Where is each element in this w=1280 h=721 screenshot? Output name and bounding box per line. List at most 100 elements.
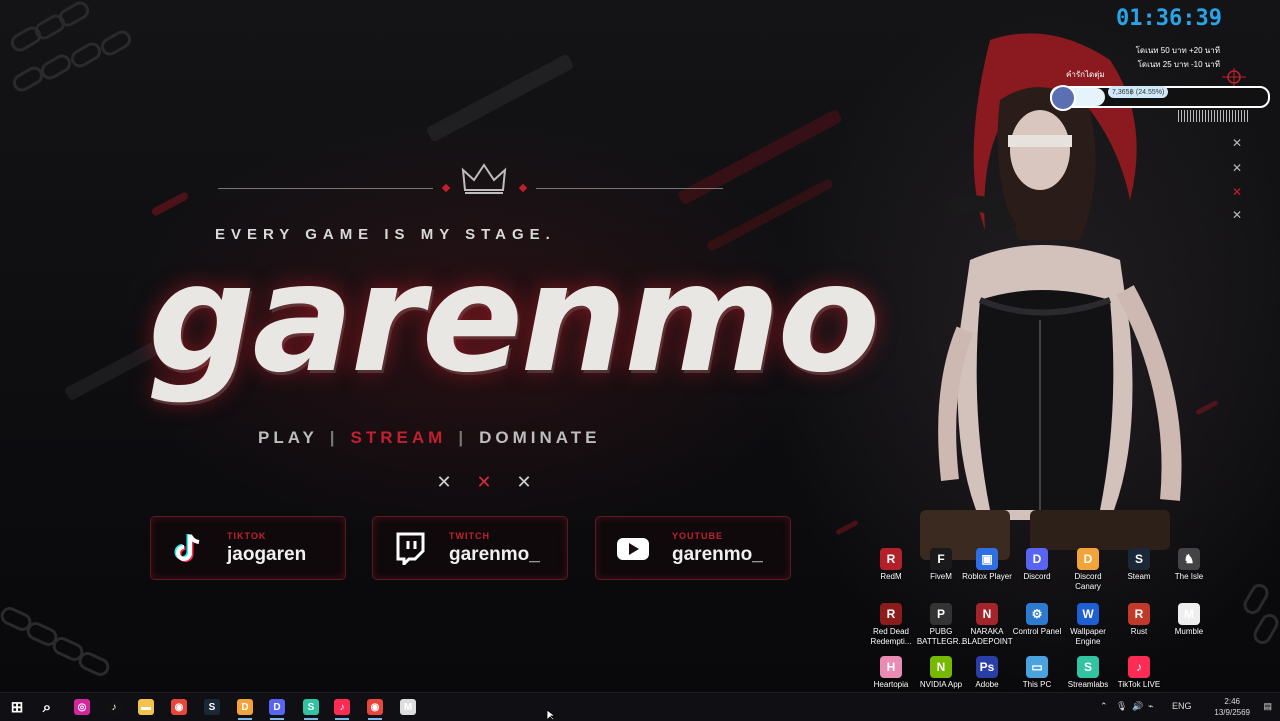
- chrome-app[interactable]: ◉: [164, 696, 194, 718]
- desktop-icon[interactable]: ▣ Roblox Player: [962, 548, 1012, 582]
- desktop-icon[interactable]: ♪ TikTok LIVE: [1114, 656, 1164, 690]
- notification-icon[interactable]: ▤: [1263, 701, 1272, 712]
- mumble-app[interactable]: M: [393, 696, 423, 718]
- crown-divider: [218, 160, 723, 200]
- tiktok-live-app[interactable]: ♪: [327, 696, 357, 720]
- x-mark: ✕: [516, 472, 532, 492]
- desktop-wallpaper: EVERY GAME IS MY STAGE. garenmo PLAY | STR…: [0, 0, 1280, 692]
- social-platform: TWITCH: [449, 531, 490, 541]
- tiktok-icon: [174, 534, 200, 562]
- social-card-twitch: TWITCH garenmo_: [372, 516, 568, 580]
- desktop-icon-label: PUBG BATTLEGR...: [916, 627, 966, 646]
- app-icon: N: [976, 603, 998, 625]
- steam-icon: S: [204, 699, 220, 715]
- desktop-icon[interactable]: ▭ This PC: [1012, 656, 1062, 690]
- donation-goal-bar: 7,365฿ (24.55%): [1050, 85, 1270, 111]
- desktop-icon-label: Adobe: [975, 680, 999, 689]
- language-indicator[interactable]: ENG: [1172, 701, 1192, 711]
- desktop-icon[interactable]: Ps Adobe: [962, 656, 1012, 690]
- start-button[interactable]: ⊞: [2, 696, 32, 718]
- desktop-icon[interactable]: S Steam: [1114, 548, 1164, 582]
- desktop-icon[interactable]: D Discord Canary: [1063, 548, 1113, 592]
- desktop-icon[interactable]: F FiveM: [916, 548, 966, 582]
- twitch-icon: [396, 532, 425, 565]
- donate-rule: โดเนท 50 บาท +20 นาที: [1135, 46, 1220, 55]
- motto-separator: |: [329, 428, 339, 447]
- app-icon: S: [1128, 548, 1150, 570]
- search-button[interactable]: ⌕: [32, 696, 62, 718]
- microphone-icon[interactable]: 🎙: [1116, 701, 1127, 712]
- desktop-icon[interactable]: H Heartopia: [866, 656, 916, 690]
- app-icon: Ps: [976, 656, 998, 678]
- desktop-icon[interactable]: R RedM: [866, 548, 916, 582]
- desktop-icon-label: Red Dead Redempti...: [870, 627, 912, 646]
- chrome-profile-app[interactable]: ◉: [360, 696, 390, 720]
- app-icon: R: [880, 603, 902, 625]
- app-icon: D: [1077, 548, 1099, 570]
- desktop-icon[interactable]: R Rust: [1114, 603, 1164, 637]
- system-tray: ⌃ 🎙 🔊 ⌁ ENG 2:46 13/9/2569 ▤: [1100, 693, 1280, 721]
- tiktok-icon: ♪: [106, 699, 122, 715]
- app-icon: ▭: [1026, 656, 1048, 678]
- app-icon: S: [1077, 656, 1099, 678]
- app-icon: ⚙: [1026, 603, 1048, 625]
- instagram-app[interactable]: ◎: [67, 696, 97, 718]
- desktop-icon-label: Wallpaper Engine: [1070, 627, 1106, 646]
- file-explorer-app[interactable]: ▬: [131, 696, 161, 718]
- desktop-icon-label: The Isle: [1174, 572, 1204, 581]
- discord-canary-app[interactable]: D: [230, 696, 260, 720]
- social-card-youtube: YOUTUBE garenmo_: [595, 516, 791, 580]
- barcode-decoration: [1178, 110, 1250, 122]
- desktop-icon[interactable]: N NARAKA BLADEPOINT: [962, 603, 1013, 647]
- motto-stream: STREAM: [350, 428, 447, 447]
- search-icon: ⌕: [42, 698, 52, 716]
- desktop-icon[interactable]: P PUBG BATTLEGR...: [916, 603, 966, 647]
- desktop-icon[interactable]: M Mumble: [1164, 603, 1214, 637]
- volume-icon[interactable]: 🔊: [1132, 701, 1143, 712]
- app-icon: P: [930, 603, 952, 625]
- motto-play: PLAY: [258, 428, 318, 447]
- social-platform: TIKTOK: [227, 531, 267, 541]
- file-explorer-icon: ▬: [138, 699, 154, 715]
- taskbar: ⊞ ⌕ ◎ ♪ ▬ ◉ S D D S ♪ ◉ M ⌃ 🎙 🔊 ⌁ ENG 2:46 13/9/2569…: [0, 692, 1280, 721]
- desktop-icon[interactable]: ⚙ Control Panel: [1012, 603, 1062, 637]
- social-handle: jaogaren: [227, 544, 307, 565]
- desktop-icon-label: Rust: [1130, 627, 1148, 636]
- desktop-icon[interactable]: R Red Dead Redempti...: [866, 603, 916, 647]
- taskbar-clock[interactable]: 2:46 13/9/2569: [1214, 696, 1250, 718]
- youtube-icon: [617, 538, 649, 560]
- desktop-icon[interactable]: N NVIDIA App: [916, 656, 966, 690]
- x-mark: ✕: [476, 472, 492, 492]
- app-icon: F: [930, 548, 952, 570]
- desktop-icon[interactable]: D Discord: [1012, 548, 1062, 582]
- x-mark: ✕: [1232, 185, 1243, 199]
- x-mark: ✕: [1232, 208, 1243, 222]
- desktop-icon[interactable]: ♞ The Isle: [1164, 548, 1214, 582]
- chevron-up-icon[interactable]: ⌃: [1100, 701, 1108, 712]
- desktop-icon[interactable]: W Wallpaper Engine: [1063, 603, 1113, 647]
- desktop-icon[interactable]: S Streamlabs: [1063, 656, 1113, 690]
- top-donor-label: คำรักไดตุ่ม: [1066, 70, 1105, 79]
- goal-amount: 7,365฿ (24.55%): [1108, 86, 1169, 98]
- motto-dominate: DOMINATE: [479, 428, 601, 447]
- x-mark: ✕: [1232, 136, 1243, 150]
- discord-icon: D: [269, 699, 285, 715]
- desktop-icon-label: TikTok LIVE: [1117, 680, 1161, 689]
- avatar: [1050, 85, 1076, 111]
- desktop-icon-label: Roblox Player: [962, 572, 1012, 581]
- desktop-icon-label: Heartopia: [873, 680, 909, 689]
- steam-app[interactable]: S: [197, 696, 227, 718]
- network-icon[interactable]: ⌁: [1148, 701, 1153, 712]
- streamlabs-app[interactable]: S: [296, 696, 326, 720]
- motto-separator: |: [458, 428, 468, 447]
- desktop-icon-label: RedM: [880, 572, 902, 581]
- crown-icon: [461, 163, 507, 194]
- discord-app[interactable]: D: [262, 696, 292, 720]
- desktop-icon-label: NVIDIA App: [919, 680, 963, 689]
- desktop-icon-label: NARAKA BLADEPOINT: [962, 627, 1013, 646]
- app-icon: R: [1128, 603, 1150, 625]
- app-icon: ▣: [976, 548, 998, 570]
- app-icon: D: [1026, 548, 1048, 570]
- app-icon: R: [880, 548, 902, 570]
- tiktok-app[interactable]: ♪: [99, 696, 129, 718]
